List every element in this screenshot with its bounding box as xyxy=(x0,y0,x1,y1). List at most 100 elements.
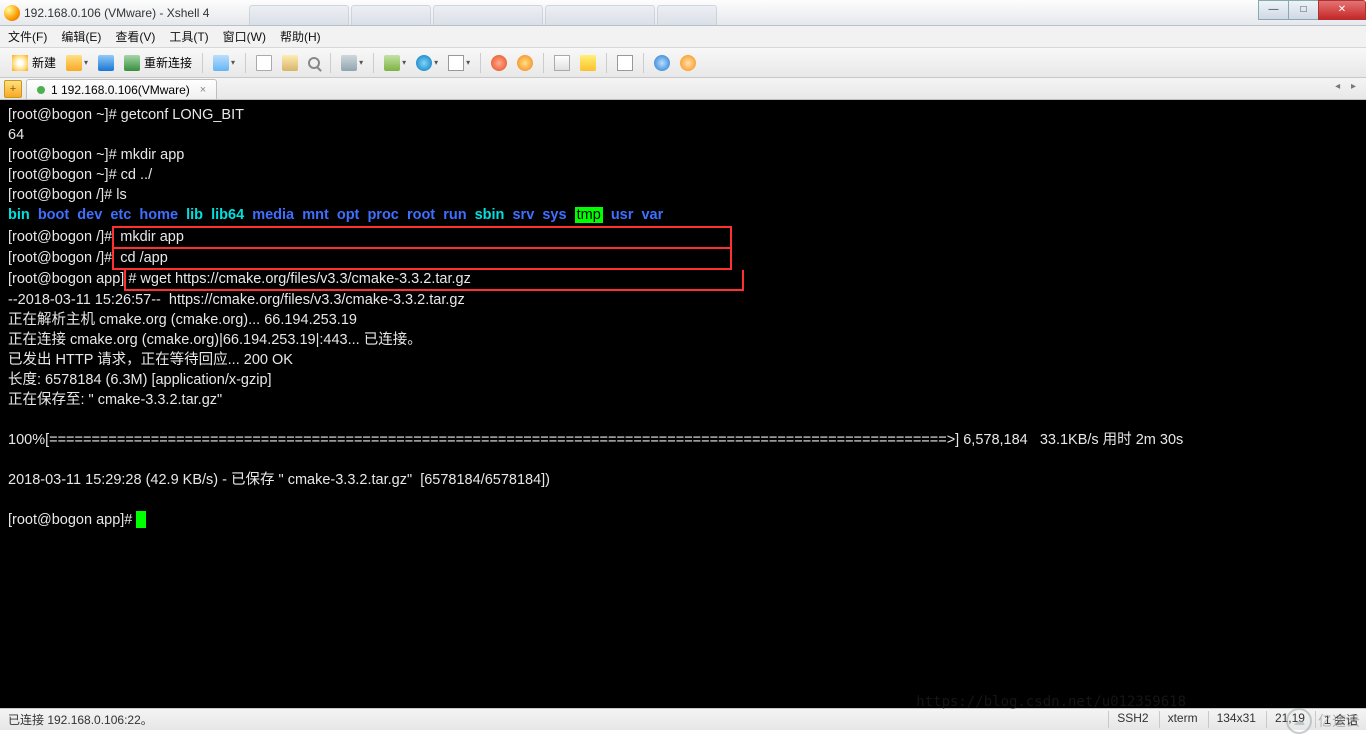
print-button[interactable] xyxy=(337,52,367,74)
lock-button[interactable] xyxy=(576,52,600,74)
bg-tab[interactable] xyxy=(545,5,655,25)
terminal-viewport[interactable]: [root@bogon ~]# getconf LONG_BIT 64 [roo… xyxy=(0,100,1366,708)
cursor-icon xyxy=(136,511,146,528)
font-icon xyxy=(448,55,464,71)
open-button[interactable] xyxy=(62,52,92,74)
separator xyxy=(245,53,246,73)
separator xyxy=(606,53,607,73)
background-tabs xyxy=(249,0,1258,25)
save-icon xyxy=(213,55,229,71)
ls-output: bin boot dev etc home lib lib64 media mn… xyxy=(8,207,663,223)
close-button[interactable]: ✕ xyxy=(1318,0,1366,20)
app-icon xyxy=(4,5,20,21)
new-label: 新建 xyxy=(32,54,56,71)
window-title: 192.168.0.106 (VMware) - Xshell 4 xyxy=(24,6,209,20)
menu-file[interactable]: 文件(F) xyxy=(8,28,47,45)
bg-tab[interactable] xyxy=(351,5,431,25)
menubar: 文件(F) 编辑(E) 查看(V) 工具(T) 窗口(W) 帮助(H) xyxy=(0,26,1366,48)
terminal-line: 2018-03-11 15:29:28 (42.9 KB/s) - 已保存 " … xyxy=(8,472,550,488)
encoding-button[interactable] xyxy=(412,52,442,74)
status-protocol: SSH2 xyxy=(1108,711,1148,728)
terminal-line: 正在解析主机 cmake.org (cmake.org)... 66.194.2… xyxy=(8,312,357,328)
menu-help[interactable]: 帮助(H) xyxy=(280,28,321,45)
terminal-line: [root@bogon ~]# mkdir app xyxy=(8,147,184,163)
separator xyxy=(373,53,374,73)
chat-icon xyxy=(680,55,696,71)
reconnect-button[interactable]: 重新连接 xyxy=(120,52,196,74)
tab-label: 1 192.168.0.106(VMware) xyxy=(51,83,190,97)
printer-icon xyxy=(341,55,357,71)
connect-button[interactable] xyxy=(94,52,118,74)
brand-watermark: ☁ 亿速云 xyxy=(1286,708,1360,734)
font-button[interactable] xyxy=(444,52,474,74)
quick-cmd1-button[interactable] xyxy=(487,52,511,74)
new-session-button[interactable]: 新建 xyxy=(8,52,60,74)
separator xyxy=(543,53,544,73)
copy-button[interactable] xyxy=(252,52,276,74)
bg-tab[interactable] xyxy=(249,5,349,25)
highlighted-command: # wget https://cmake.org/files/v3.3/cmak… xyxy=(124,270,744,291)
watermark-url: https://blog.csdn.net/u012359618 xyxy=(916,694,1186,710)
grid-icon xyxy=(554,55,570,71)
help-button[interactable] xyxy=(650,52,674,74)
status-size: 134x31 xyxy=(1208,711,1256,728)
terminal-line: --2018-03-11 15:26:57-- https://cmake.or… xyxy=(8,292,465,308)
terminal-spacer xyxy=(8,492,12,508)
globe-icon xyxy=(416,55,432,71)
titlebar: 192.168.0.106 (VMware) - Xshell 4 — □ ✕ xyxy=(0,0,1366,26)
red-dot-icon xyxy=(491,55,507,71)
terminal-line: 64 xyxy=(8,127,24,143)
link-icon xyxy=(98,55,114,71)
orange-dot-icon xyxy=(517,55,533,71)
maximize-button[interactable]: □ xyxy=(1288,0,1318,20)
menu-view[interactable]: 查看(V) xyxy=(115,28,155,45)
statusbar: 已连接 192.168.0.106:22。 SSH2 xterm 134x31 … xyxy=(0,708,1366,730)
terminal-line: [root@bogon /]# ls xyxy=(8,187,127,203)
separator xyxy=(643,53,644,73)
status-dot-icon xyxy=(37,86,45,94)
find-button[interactable] xyxy=(304,52,324,74)
paste-icon xyxy=(282,55,298,71)
search-icon xyxy=(308,57,320,69)
toolbar: 新建 重新连接 xyxy=(0,48,1366,78)
status-connection: 已连接 192.168.0.106:22。 xyxy=(8,711,153,728)
quick-cmd2-button[interactable] xyxy=(513,52,537,74)
menu-edit[interactable]: 编辑(E) xyxy=(61,28,101,45)
highlight-box-line: [root@bogon /]# cd /app xyxy=(8,250,732,266)
minimize-button[interactable]: — xyxy=(1258,0,1288,20)
separator xyxy=(480,53,481,73)
feedback-button[interactable] xyxy=(676,52,700,74)
status-termtype: xterm xyxy=(1159,711,1198,728)
terminal-spacer xyxy=(8,452,12,468)
window-icon xyxy=(617,55,633,71)
reconnect-label: 重新连接 xyxy=(144,54,192,71)
terminal-line: 长度: 6578184 (6.3M) [application/x-gzip] xyxy=(8,372,272,388)
saveas-button[interactable] xyxy=(209,52,239,74)
bg-tab[interactable] xyxy=(657,5,717,25)
cloud-icon: ☁ xyxy=(1286,708,1312,734)
tile-button[interactable] xyxy=(550,52,574,74)
session-tabstrip: + 1 192.168.0.106(VMware) × ◂ ▸ xyxy=(0,78,1366,100)
terminal-line: [root@bogon ~]# getconf LONG_BIT xyxy=(8,107,244,123)
highlighted-command: mkdir app xyxy=(112,226,732,249)
watermark-label: 亿速云 xyxy=(1318,711,1360,731)
close-tab-button[interactable]: × xyxy=(200,84,206,96)
terminal-line: [root@bogon ~]# cd ../ xyxy=(8,167,152,183)
menu-window[interactable]: 窗口(W) xyxy=(223,28,266,45)
paste-button[interactable] xyxy=(278,52,302,74)
tab-nav-buttons[interactable]: ◂ ▸ xyxy=(1335,81,1360,92)
separator xyxy=(202,53,203,73)
palette-icon xyxy=(384,55,400,71)
help-icon xyxy=(654,55,670,71)
bg-tab[interactable] xyxy=(433,5,543,25)
new-icon xyxy=(12,55,28,71)
terminal-line: 正在连接 cmake.org (cmake.org)|66.194.253.19… xyxy=(8,332,422,348)
menu-tools[interactable]: 工具(T) xyxy=(169,28,208,45)
folder-icon xyxy=(66,55,82,71)
session-tab[interactable]: 1 192.168.0.106(VMware) × xyxy=(26,79,217,99)
add-tab-button[interactable]: + xyxy=(4,80,22,98)
terminal-spacer xyxy=(8,412,12,428)
cascade-button[interactable] xyxy=(613,52,637,74)
color-scheme-button[interactable] xyxy=(380,52,410,74)
sticky-dir: tmp xyxy=(575,207,603,223)
